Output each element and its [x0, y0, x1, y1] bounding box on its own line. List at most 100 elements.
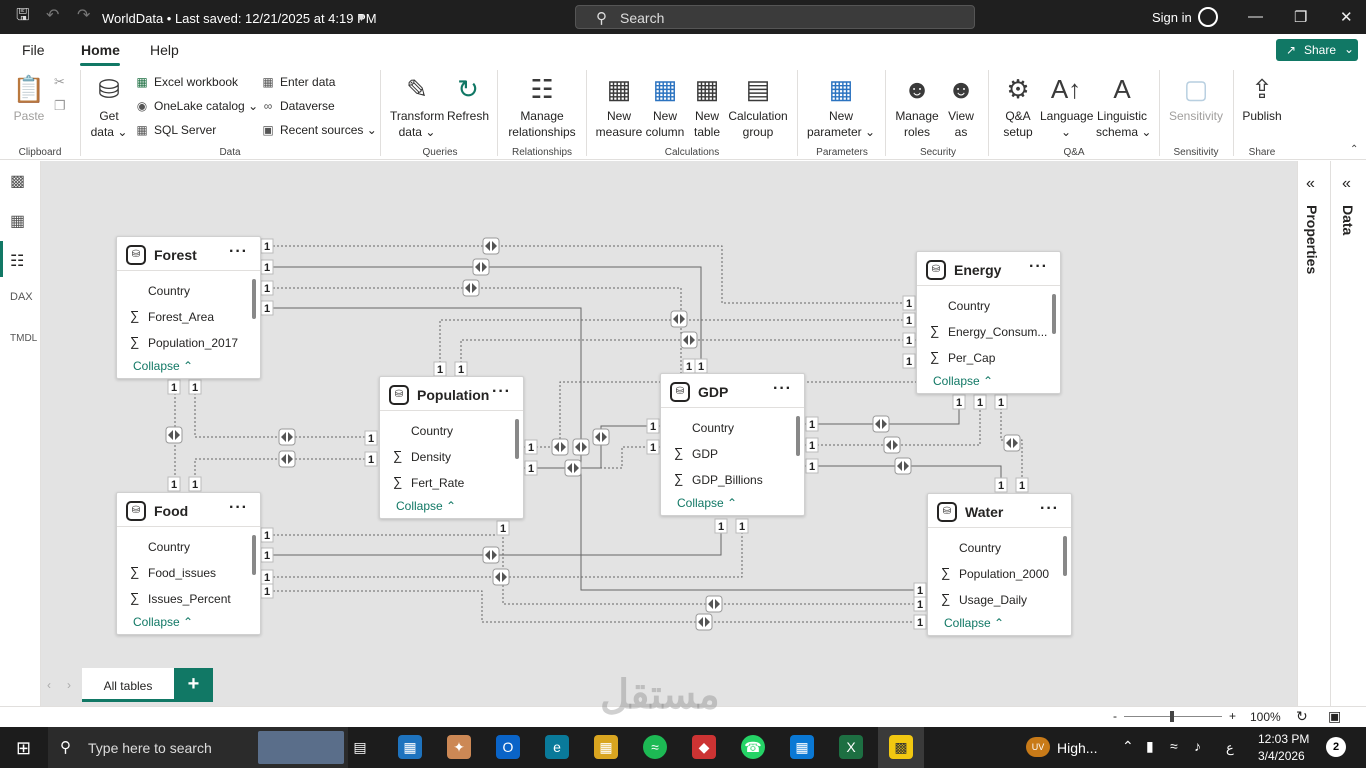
cross-filter-arrow-icon[interactable] [680, 331, 698, 349]
recent-sources-button[interactable]: ▣ Recent sources ⌄ [260, 123, 376, 137]
cross-filter-arrow-icon[interactable] [592, 428, 610, 446]
edge-icon[interactable]: e [545, 735, 569, 759]
paste-button[interactable]: 📋 Paste [12, 74, 46, 124]
sign-in-link[interactable]: Sign in [1152, 10, 1192, 25]
expand-data-icon[interactable]: « [1342, 175, 1351, 193]
cross-filter-arrow-icon[interactable] [670, 310, 688, 328]
properties-pane-tab[interactable]: Properties [1304, 205, 1320, 274]
calculation-group-button[interactable]: ▤ Calculation group [728, 74, 788, 140]
linguistic-schema-button[interactable]: A Linguistic schema ⌄ [1096, 74, 1151, 140]
collapse-link[interactable]: Collapse ⌃ [396, 499, 456, 513]
expand-properties-icon[interactable]: « [1306, 175, 1315, 193]
new-column-button[interactable]: ▦ New column [644, 74, 686, 140]
table-card-energy[interactable]: ⛁ Energy ··· Country ∑ Energy_Consum... ∑… [916, 251, 1061, 394]
onelake-catalog-button[interactable]: ◉ OneLake catalog ⌄ [134, 99, 258, 113]
cross-filter-arrow-icon[interactable] [1003, 434, 1021, 452]
dataverse-button[interactable]: ∞ Dataverse [260, 99, 335, 113]
zoom-in-button[interactable]: + [1229, 709, 1236, 723]
tmdl-view-icon[interactable]: TMDL [10, 333, 37, 344]
collapse-link[interactable]: Collapse ⌃ [133, 615, 193, 629]
title-dropdown-icon[interactable]: ▼ [356, 10, 367, 26]
table-card-forest[interactable]: ⛁ Forest ··· Country ∑ Forest_Area ∑ Popul… [116, 236, 261, 379]
new-measure-button[interactable]: ▦ New measure [594, 74, 644, 140]
view-as-button[interactable]: ☻ View as [944, 74, 978, 140]
search-input[interactable]: ⚲ Search [575, 5, 975, 29]
anydesk-icon[interactable]: ◆ [692, 735, 716, 759]
minimize-icon[interactable]: — [1248, 8, 1263, 25]
data-pane-tab[interactable]: Data [1340, 205, 1356, 235]
volume-icon[interactable]: ♪ [1194, 738, 1201, 754]
table-card-population[interactable]: ⛁ Population ··· Country ∑ Density ∑ Fert_… [379, 376, 524, 519]
sql-server-button[interactable]: ▦ SQL Server [134, 123, 216, 137]
cross-filter-arrow-icon[interactable] [894, 457, 912, 475]
avatar[interactable] [1198, 7, 1218, 27]
table-card-food[interactable]: ⛁ Food ··· Country ∑ Food_issues ∑ Issues_… [116, 492, 261, 635]
tab-file[interactable]: File [22, 42, 45, 58]
cross-filter-arrow-icon[interactable] [278, 428, 296, 446]
cross-filter-arrow-icon[interactable] [551, 438, 569, 456]
enter-data-button[interactable]: ▦ Enter data [260, 75, 335, 89]
table-header[interactable]: ⛁ Population ··· [380, 377, 523, 411]
collapse-link[interactable]: Collapse ⌃ [677, 496, 737, 510]
app-icon[interactable]: ▦ [790, 735, 814, 759]
whatsapp-icon[interactable]: ☎ [741, 735, 765, 759]
cross-filter-arrow-icon[interactable] [472, 258, 490, 276]
scroll-left-icon[interactable]: ‹ [47, 678, 51, 692]
scrollbar[interactable] [796, 416, 800, 456]
add-layout-button[interactable]: + [174, 668, 213, 702]
report-view-icon[interactable]: ▩ [10, 171, 25, 191]
zoom-out-button[interactable]: - [1113, 709, 1117, 723]
cross-filter-arrow-icon[interactable] [462, 279, 480, 297]
weather-icon[interactable]: UV [1026, 737, 1050, 757]
taskbar-search[interactable]: ⚲ Type here to search [48, 727, 348, 768]
more-options-icon[interactable]: ··· [1029, 258, 1048, 276]
cross-filter-arrow-icon[interactable] [572, 438, 590, 456]
battery-icon[interactable]: ▮ [1146, 738, 1154, 755]
refresh-button[interactable]: ↻ Refresh [447, 74, 489, 124]
clock-date[interactable]: 3/4/2026 [1258, 749, 1305, 763]
share-button[interactable]: ↗ Share ⌄ [1276, 39, 1358, 61]
cross-filter-arrow-icon[interactable] [482, 546, 500, 564]
more-options-icon[interactable]: ··· [492, 383, 511, 401]
notification-badge[interactable]: 2 [1326, 737, 1346, 757]
new-table-button[interactable]: ▦ New table [690, 74, 724, 140]
scrollbar[interactable] [1063, 536, 1067, 576]
zoom-slider-thumb[interactable] [1170, 711, 1174, 722]
more-options-icon[interactable]: ··· [229, 243, 248, 261]
power-bi-task[interactable]: ▩ [878, 727, 924, 768]
fullscreen-icon[interactable]: ▣ [1328, 708, 1341, 725]
publish-button[interactable]: ⇪ Publish [1240, 74, 1284, 124]
collapse-link[interactable]: Collapse ⌃ [944, 616, 1004, 630]
cut-icon[interactable]: ✂ [54, 74, 65, 90]
cross-filter-arrow-icon[interactable] [705, 595, 723, 613]
file-explorer-icon[interactable]: ▦ [594, 735, 618, 759]
scrollbar[interactable] [1052, 294, 1056, 334]
tab-help[interactable]: Help [150, 42, 179, 58]
windows-start-icon[interactable]: ⊞ [16, 738, 31, 759]
scrollbar[interactable] [515, 419, 519, 459]
transform-data-button[interactable]: ✎ Transform data ⌄ [390, 74, 444, 140]
qa-setup-button[interactable]: ⚙ Q&A setup [998, 74, 1038, 140]
copy-icon[interactable]: ❐ [54, 98, 66, 114]
redo-icon[interactable]: ↷ [77, 8, 90, 24]
get-data-button[interactable]: ⛁ Get data ⌄ [90, 74, 128, 140]
save-icon[interactable]: 🖫 [16, 8, 30, 24]
cross-filter-arrow-icon[interactable] [695, 613, 713, 631]
sensitivity-button[interactable]: ▢ Sensitivity [1166, 74, 1226, 124]
more-options-icon[interactable]: ··· [1040, 500, 1059, 518]
chevron-up-icon[interactable]: ⌃ [1122, 738, 1134, 755]
language-button[interactable]: A↑ Language ⌄ [1040, 74, 1093, 140]
new-parameter-button[interactable]: ▦ New parameter ⌄ [806, 74, 876, 140]
collapse-ribbon-icon[interactable]: ⌃ [1350, 144, 1358, 155]
undo-icon[interactable]: ↶ [46, 8, 59, 24]
store-icon[interactable]: ▦ [398, 735, 422, 759]
model-view-icon[interactable]: ☷ [10, 251, 24, 271]
restore-icon[interactable]: ❐ [1294, 8, 1307, 26]
excel-icon[interactable]: X [839, 735, 863, 759]
table-card-water[interactable]: ⛁ Water ··· Country ∑ Population_2000 ∑ Us… [927, 493, 1072, 636]
spotify-icon[interactable]: ≈ [643, 735, 667, 759]
table-header[interactable]: ⛁ Water ··· [928, 494, 1071, 528]
cross-filter-arrow-icon[interactable] [564, 459, 582, 477]
table-header[interactable]: ⛁ Energy ··· [917, 252, 1060, 286]
cross-filter-arrow-icon[interactable] [482, 237, 500, 255]
